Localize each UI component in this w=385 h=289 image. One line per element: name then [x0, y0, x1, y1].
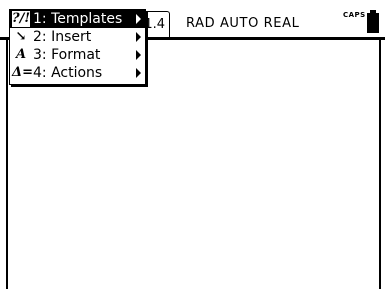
submenu-arrow-icon	[136, 32, 141, 42]
context-menu: ?/! 1: Templates ↘ 2: Insert A 3: Format…	[9, 9, 146, 85]
menu-item-insert[interactable]: ↘ 2: Insert	[10, 28, 145, 46]
submenu-arrow-icon	[136, 50, 141, 60]
menu-item-label: 1: Templates	[33, 11, 123, 27]
menu-item-label: 3: Format	[33, 47, 101, 63]
templates-icon: ?/!	[12, 11, 31, 27]
insert-icon: ↘	[15, 29, 27, 44]
actions-icon: Δ=	[12, 65, 33, 80]
submenu-arrow-icon	[136, 68, 141, 78]
chemistry-box-page: 1.4 RAD AUTO REAL CAPS ?/! 1: Templates …	[0, 0, 385, 289]
menu-item-label: 4: Actions	[33, 65, 103, 81]
caps-indicator: CAPS	[343, 11, 366, 19]
menu-item-templates[interactable]: ?/! 1: Templates	[10, 10, 145, 28]
mode-settings-text: RAD AUTO REAL	[186, 16, 300, 31]
format-icon: A	[15, 47, 27, 62]
menu-item-label: 2: Insert	[33, 29, 92, 45]
battery-icon	[367, 13, 379, 33]
page-border-right	[379, 40, 381, 289]
page-border-left	[6, 40, 8, 289]
submenu-arrow-icon	[136, 14, 141, 24]
menu-item-actions[interactable]: Δ= 4: Actions	[10, 64, 145, 82]
menu-item-format[interactable]: A 3: Format	[10, 46, 145, 64]
